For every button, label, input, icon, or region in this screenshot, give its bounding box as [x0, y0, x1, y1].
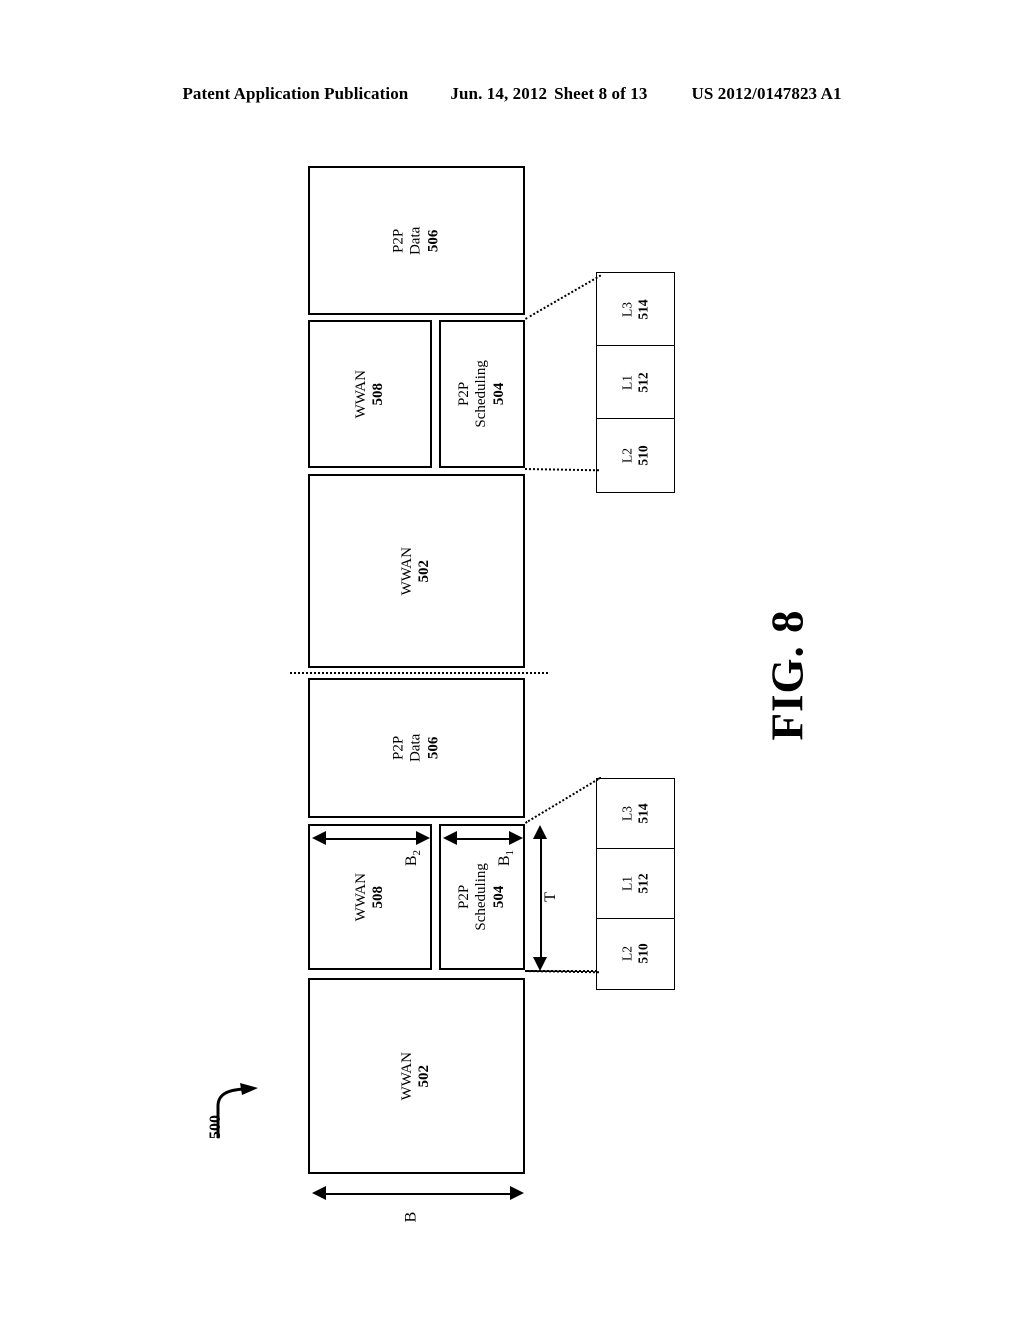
dim-b2-base: B: [402, 855, 420, 867]
l3-name: L3: [619, 302, 635, 317]
dimension-extension-t: [527, 970, 597, 972]
p2p-sched-line2: Scheduling: [473, 360, 490, 428]
block-l1-512-upper: L1 512: [596, 345, 675, 420]
block-label: WWAN 502: [310, 980, 523, 1172]
p2p-data-line2: Data: [407, 226, 424, 255]
dimension-label-b1: B1: [495, 848, 517, 868]
l1-num: 512: [635, 372, 651, 393]
block-label: P2P Scheduling 504: [441, 322, 523, 466]
l1-name: L1: [619, 876, 635, 892]
p2p-sched-line2: Scheduling: [473, 863, 490, 931]
block-l1-512-lower: L1 512: [596, 848, 675, 920]
patent-figure-8: P2P Data 506 WWAN 508 P2P Scheduling 504: [0, 0, 1024, 1320]
block-p2p-data-506-lower: P2P Data 506: [308, 678, 525, 818]
dimension-arrowhead-b1-right: [509, 831, 523, 845]
figure-caption-text: FIG. 8: [762, 609, 813, 741]
wwan-508-name: WWAN: [352, 872, 369, 922]
callout-leader-bottom-upper: [524, 468, 599, 472]
p2p-data-line2: Data: [407, 733, 424, 763]
block-label: L2 510: [597, 419, 674, 492]
p2p-data-num: 506: [425, 229, 442, 252]
p2p-sched-num: 504: [490, 885, 507, 909]
dimension-arrowhead-t-bottom: [533, 957, 547, 971]
p2p-sched-num: 504: [490, 382, 507, 406]
dim-b2-sub: 2: [411, 850, 424, 856]
block-p2p-scheduling-504-upper: P2P Scheduling 504: [439, 320, 525, 468]
dim-b-text: B: [402, 1211, 420, 1223]
wwan-502-num: 502: [416, 1064, 433, 1088]
reference-leader-arrow-icon: [216, 1083, 258, 1138]
dimension-label-b: B: [402, 1208, 419, 1226]
p2p-sched-line1: P2P: [456, 884, 473, 910]
l2-name: L2: [619, 448, 635, 463]
dimension-arrowhead-b2-right: [416, 831, 430, 845]
block-l3-514-upper: L3 514: [596, 272, 675, 347]
block-wwan-502-upper: WWAN 502: [308, 474, 525, 668]
frame-boundary-separator: [290, 672, 548, 674]
dimension-label-t: T: [542, 888, 559, 906]
block-label: L2 510: [597, 919, 674, 989]
block-wwan-508-upper: WWAN 508: [308, 320, 432, 468]
block-wwan-502-lower: WWAN 502: [308, 978, 525, 1174]
block-l2-510-lower: L2 510: [596, 918, 675, 990]
wwan-502-name: WWAN: [399, 546, 416, 596]
block-label: WWAN 502: [310, 476, 523, 666]
p2p-sched-line1: P2P: [456, 381, 473, 407]
dimension-arrowhead-t-top: [533, 825, 547, 839]
dimension-arrowhead-b-left: [312, 1186, 326, 1200]
l3-name: L3: [619, 806, 635, 822]
dim-t-text: T: [541, 892, 559, 902]
l3-num: 514: [635, 299, 651, 320]
dimension-line-b2: [320, 838, 420, 840]
l3-num: 514: [635, 803, 651, 825]
figure-caption: FIG. 8: [703, 560, 873, 790]
dimension-arrowhead-b1-left: [443, 831, 457, 845]
block-label: L1 512: [597, 346, 674, 419]
block-l2-510-upper: L2 510: [596, 418, 675, 493]
wwan-508-num: 508: [369, 885, 386, 909]
block-label: P2P Data 506: [310, 168, 523, 313]
l1-name: L1: [619, 375, 635, 390]
block-label: WWAN 508: [310, 322, 430, 466]
dimension-line-b: [320, 1193, 514, 1195]
wwan-502-name: WWAN: [399, 1051, 416, 1101]
block-wwan-508-lower: WWAN 508: [308, 824, 432, 970]
block-label: L1 512: [597, 849, 674, 919]
dimension-line-b1: [451, 838, 513, 840]
block-p2p-data-506-upper: P2P Data 506: [308, 166, 525, 315]
block-l3-514-lower: L3 514: [596, 778, 675, 850]
dim-b1-sub: 1: [504, 850, 517, 856]
l1-num: 512: [635, 873, 651, 895]
wwan-508-name: WWAN: [352, 369, 369, 419]
block-label: L3 514: [597, 273, 674, 346]
wwan-502-num: 502: [416, 559, 433, 583]
callout-leader-top-lower: [525, 776, 602, 824]
l2-num: 510: [635, 943, 651, 965]
l2-num: 510: [635, 445, 651, 466]
dim-b1-base: B: [495, 855, 513, 867]
callout-leader-top-upper: [525, 274, 602, 320]
block-p2p-scheduling-504-lower: P2P Scheduling 504: [439, 824, 525, 970]
wwan-508-num: 508: [369, 382, 386, 406]
dimension-arrowhead-b-right: [510, 1186, 524, 1200]
p2p-data-line1: P2P: [390, 228, 407, 253]
dimension-label-b2: B2: [402, 848, 424, 868]
block-label: P2P Data 506: [310, 680, 523, 816]
l2-name: L2: [619, 946, 635, 962]
block-label: L3 514: [597, 779, 674, 849]
p2p-data-num: 506: [425, 736, 442, 760]
dimension-arrowhead-b2-left: [312, 831, 326, 845]
p2p-data-line1: P2P: [390, 735, 407, 761]
